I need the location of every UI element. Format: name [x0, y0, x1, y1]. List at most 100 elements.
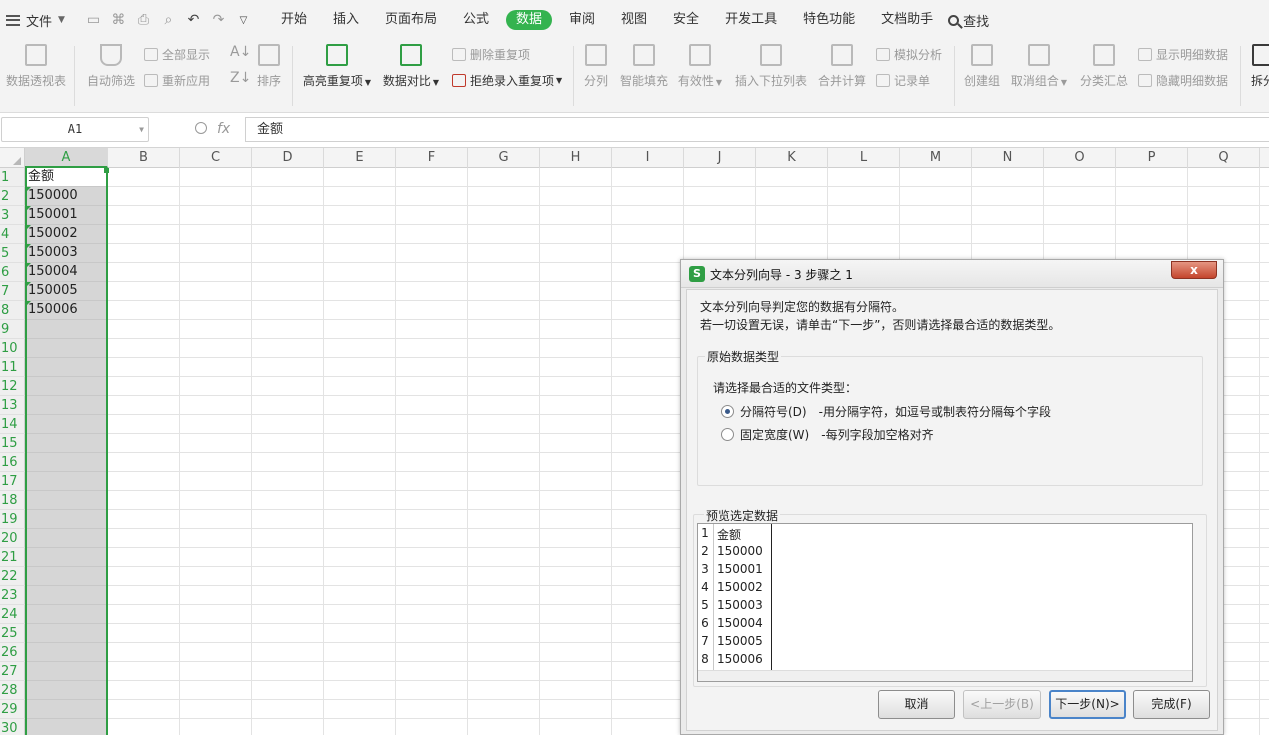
selection-fill-handle[interactable] [104, 168, 109, 173]
row-header-11[interactable]: 11 [0, 358, 25, 377]
fixed-width-radio[interactable] [721, 428, 734, 441]
cancel-button[interactable]: 取消 [878, 690, 955, 719]
row-header-5[interactable]: 5 [0, 244, 25, 263]
finish-button[interactable]: 完成(F) [1133, 690, 1210, 719]
column-header-d[interactable]: D [252, 148, 324, 168]
row-header-25[interactable]: 25 [0, 624, 25, 643]
file-menu[interactable]: 文件 ▼ [0, 0, 71, 40]
column-header-n[interactable]: N [972, 148, 1044, 168]
preview-horizontal-scrollbar[interactable] [698, 670, 1192, 681]
row-header-4[interactable]: 4 [0, 225, 25, 244]
row-header-20[interactable]: 20 [0, 529, 25, 548]
search-button[interactable]: 查找 [948, 11, 989, 30]
row-header-6[interactable]: 6 [0, 263, 25, 282]
subtotal-button[interactable]: 分类汇总 [1078, 40, 1130, 89]
formula-input[interactable]: 金额 [245, 117, 1269, 142]
tab-page-layout[interactable]: 页面布局 [372, 10, 450, 30]
row-header-7[interactable]: 7 [0, 282, 25, 301]
row-header-13[interactable]: 13 [0, 396, 25, 415]
previous-step-button[interactable]: <上一步(B) [963, 690, 1041, 719]
column-header-c[interactable]: C [180, 148, 252, 168]
split-table-button[interactable]: 拆分 [1248, 40, 1269, 89]
row-header-22[interactable]: 22 [0, 567, 25, 586]
row-header-8[interactable]: 8 [0, 301, 25, 320]
ungroup-button[interactable]: 取消组合 ▼ [1009, 40, 1069, 89]
show-detail-button[interactable]: 显示明细数据 [1138, 44, 1228, 64]
column-header-k[interactable]: K [756, 148, 828, 168]
highlight-duplicates-button[interactable]: 高亮重复项 ▼ [300, 40, 374, 89]
record-form-button[interactable]: 记录单 [876, 70, 930, 90]
consolidate-button[interactable]: 合并计算 [815, 40, 869, 89]
column-header-h[interactable]: H [540, 148, 612, 168]
preview-pane[interactable]: 1 金额 2 150000 3 150001 4 150002 5 150003 6 150004 7 1… [697, 523, 1193, 682]
fixed-width-option[interactable]: 固定宽度(W) -每列字段加空格对齐 [721, 426, 934, 443]
column-header-o[interactable]: O [1044, 148, 1116, 168]
column-header-g[interactable]: G [468, 148, 540, 168]
tab-review[interactable]: 审阅 [556, 10, 608, 30]
row-header-2[interactable]: 2 [0, 187, 25, 206]
cell-a6[interactable]: 150004 [27, 263, 106, 281]
cell-a1-header[interactable]: 金额 [27, 168, 106, 186]
delimited-radio[interactable] [721, 405, 734, 418]
zoom-icon[interactable] [195, 122, 207, 134]
sort-ascending-icon[interactable]: A↓ [230, 44, 251, 60]
dialog-title-bar[interactable]: S 文本分列向导 - 3 步骤之 1 x [681, 260, 1223, 288]
column-header-q[interactable]: Q [1188, 148, 1260, 168]
column-header-j[interactable]: J [684, 148, 756, 168]
column-header-a[interactable]: A [25, 148, 108, 168]
what-if-analysis-button[interactable]: 模拟分析 [876, 44, 942, 64]
tab-home[interactable]: 开始 [268, 10, 320, 30]
column-header-i[interactable]: I [612, 148, 684, 168]
insert-dropdown-list-button[interactable]: 插入下拉列表 [733, 40, 809, 89]
autofilter-button[interactable]: 自动筛选 [84, 40, 138, 89]
save-icon[interactable]: ▭ [81, 12, 106, 28]
tab-data[interactable]: 数据 [506, 10, 553, 30]
tab-doc-assistant[interactable]: 文档助手 [868, 10, 946, 30]
row-header-16[interactable]: 16 [0, 453, 25, 472]
row-header-21[interactable]: 21 [0, 548, 25, 567]
next-step-button[interactable]: 下一步(N)> [1049, 690, 1126, 719]
row-header-17[interactable]: 17 [0, 472, 25, 491]
row-header-30[interactable]: 30 [0, 719, 25, 735]
sort-button[interactable]: 排序 [252, 40, 286, 89]
row-header-3[interactable]: 3 [0, 206, 25, 225]
name-box[interactable]: A1 ▼ [1, 117, 149, 142]
group-button[interactable]: 创建组 [961, 40, 1003, 89]
redo-icon[interactable]: ↷ [206, 12, 231, 28]
row-header-12[interactable]: 12 [0, 377, 25, 396]
tab-view[interactable]: 视图 [608, 10, 660, 30]
row-header-23[interactable]: 23 [0, 586, 25, 605]
cell-a8[interactable]: 150006 [27, 301, 106, 319]
select-all-corner[interactable] [0, 148, 25, 168]
cell-a2[interactable]: 150000 [27, 187, 106, 205]
row-header-9[interactable]: 9 [0, 320, 25, 339]
row-header-19[interactable]: 19 [0, 510, 25, 529]
row-header-26[interactable]: 26 [0, 643, 25, 662]
undo-icon[interactable]: ↶ [181, 12, 206, 28]
hide-detail-button[interactable]: 隐藏明细数据 [1138, 70, 1228, 90]
row-header-15[interactable]: 15 [0, 434, 25, 453]
row-header-1[interactable]: 1 [0, 168, 25, 187]
data-compare-button[interactable]: 数据对比 ▼ [380, 40, 442, 89]
row-header-18[interactable]: 18 [0, 491, 25, 510]
show-all-button[interactable]: 全部显示 [144, 44, 210, 64]
tab-features[interactable]: 特色功能 [790, 10, 868, 30]
column-header-l[interactable]: L [828, 148, 900, 168]
delimited-option[interactable]: 分隔符号(D) -用分隔字符，如逗号或制表符分隔每个字段 [721, 403, 1051, 420]
column-header-p[interactable]: P [1116, 148, 1188, 168]
text-to-columns-button[interactable]: 分列 [580, 40, 612, 89]
print-preview-icon[interactable]: ⌕ [156, 12, 181, 28]
tab-insert[interactable]: 插入 [320, 10, 372, 30]
column-header-m[interactable]: M [900, 148, 972, 168]
print-icon[interactable]: ⎙ [131, 12, 156, 28]
row-header-14[interactable]: 14 [0, 415, 25, 434]
sort-descending-icon[interactable]: Z↓ [230, 70, 251, 86]
column-header-e[interactable]: E [324, 148, 396, 168]
column-header-b[interactable]: B [108, 148, 180, 168]
data-validation-button[interactable]: 有效性 ▼ [676, 40, 724, 89]
cell-a7[interactable]: 150005 [27, 282, 106, 300]
tab-security[interactable]: 安全 [660, 10, 712, 30]
column-header-f[interactable]: F [396, 148, 468, 168]
format-painter-icon[interactable]: ⌘ [106, 12, 131, 28]
fx-icon[interactable]: fx [217, 121, 230, 137]
